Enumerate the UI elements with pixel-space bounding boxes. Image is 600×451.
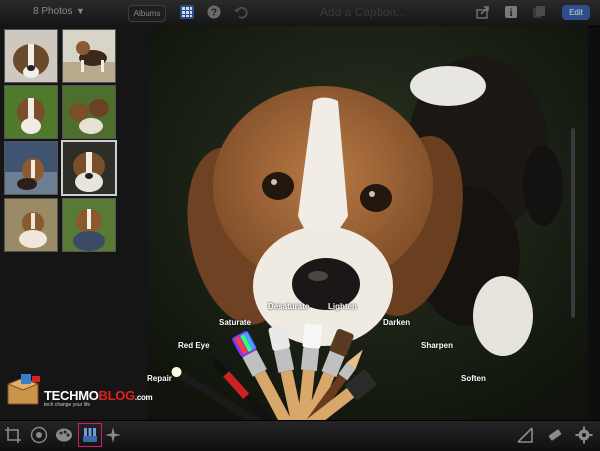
share-icon[interactable] <box>476 5 490 19</box>
brushes-icon <box>83 428 97 442</box>
photo-thumbnail-grid <box>0 26 148 420</box>
top-toolbar: 8 Photos ▼ Albums ? Add a Caption... i E… <box>0 0 600 27</box>
caption-input[interactable]: Add a Caption... <box>320 5 406 19</box>
help-icon[interactable]: ? <box>207 5 221 19</box>
photo-thumbnail[interactable] <box>62 85 116 139</box>
info-icon[interactable]: i <box>504 5 518 19</box>
photo-thumbnail[interactable] <box>4 141 58 195</box>
edit-button[interactable]: Edit <box>562 5 590 20</box>
albums-button[interactable]: Albums <box>128 5 166 22</box>
exposure-icon[interactable] <box>30 426 48 444</box>
watermark-brand: TECHMOBLOG.com <box>44 388 153 403</box>
photo-thumbnail[interactable] <box>4 85 58 139</box>
effects-icon[interactable] <box>104 426 122 444</box>
chevron-down-icon[interactable]: ▼ <box>76 6 85 16</box>
svg-text:?: ? <box>211 8 217 19</box>
brush-label-darken[interactable]: Darken <box>383 318 410 327</box>
svg-text:i: i <box>510 8 513 19</box>
photo-thumbnail-selected[interactable] <box>61 140 117 196</box>
shape-icon[interactable] <box>516 426 534 444</box>
photo-thumbnail[interactable] <box>4 198 58 252</box>
eraser-icon[interactable] <box>546 426 564 444</box>
watermark-tagline: tech change your life <box>44 402 91 408</box>
brushes-tool-active[interactable] <box>78 423 102 447</box>
undo-icon[interactable] <box>234 5 248 19</box>
photo-thumbnail[interactable] <box>62 29 116 83</box>
photo-canvas[interactable] <box>148 26 588 420</box>
beagle-photo <box>148 26 588 420</box>
color-palette-icon[interactable] <box>55 426 73 444</box>
brush-label-desaturate[interactable]: Desaturate <box>268 302 309 311</box>
copy-icon[interactable] <box>532 5 546 19</box>
brush-label-red-eye[interactable]: Red Eye <box>178 341 210 350</box>
brand-part1: TECHMO <box>44 388 99 403</box>
photos-count[interactable]: 8 Photos <box>33 6 72 17</box>
photo-thumbnail[interactable] <box>4 29 58 83</box>
brand-suffix: .com <box>134 393 153 402</box>
scroll-indicator[interactable] <box>571 128 575 318</box>
brush-label-repair[interactable]: Repair <box>147 374 172 383</box>
photo-thumbnail[interactable] <box>62 198 116 252</box>
brush-label-sharpen[interactable]: Sharpen <box>421 341 453 350</box>
brush-label-lighten[interactable]: Lighten <box>328 302 357 311</box>
brush-label-soften[interactable]: Soften <box>461 374 486 383</box>
gear-icon[interactable] <box>575 426 593 444</box>
crop-icon[interactable] <box>4 426 22 444</box>
brush-label-saturate[interactable]: Saturate <box>219 318 251 327</box>
brand-part2: BLOG <box>98 388 136 403</box>
grid-icon[interactable] <box>180 5 194 19</box>
